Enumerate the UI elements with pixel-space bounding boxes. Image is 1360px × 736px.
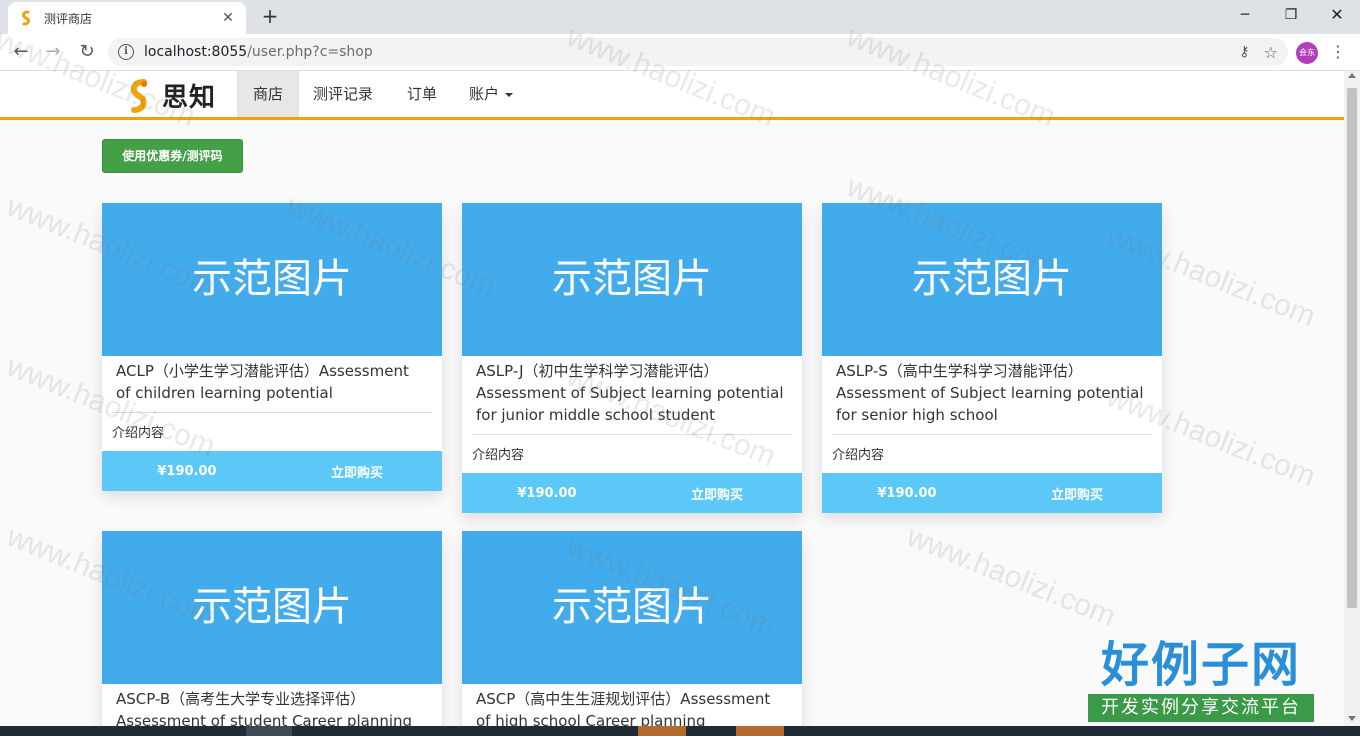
scroll-down-arrow-icon[interactable] [1348,716,1356,721]
product-image[interactable]: 示范图片 [102,531,442,684]
info-icon[interactable]: i [118,44,134,60]
product-image[interactable]: 示范图片 [462,203,802,356]
site-navbar: 思知 商店 测评记录 订单 账户 [0,71,1344,120]
buy-now-button[interactable]: 立即购买 [632,484,802,503]
window-minimize-icon[interactable]: ─ [1222,0,1268,30]
buy-now-button[interactable]: 立即购买 [272,462,442,481]
nav-account-label: 账户 [469,85,500,103]
brand-logo-link[interactable]: 思知 [122,77,216,114]
browser-tab[interactable]: 测评商店 ✕ [8,2,246,34]
back-arrow-icon[interactable]: ← [8,40,34,64]
product-title: ACLP（小学生学习潜能评估）Assessment of children le… [116,362,409,402]
nav-item-shop[interactable]: 商店 [237,71,299,117]
brand-logo-icon [130,78,147,113]
forward-arrow-icon[interactable]: → [40,40,66,64]
profile-avatar[interactable]: 会东 [1296,42,1318,64]
taskbar-item[interactable] [638,726,686,736]
key-icon[interactable]: ⚷ [1239,44,1249,60]
nav-item-orders[interactable]: 订单 [407,71,437,117]
window-close-icon[interactable]: ✕ [1314,0,1360,30]
caret-down-icon [505,92,514,97]
product-card: 示范图片 ACLP（小学生学习潜能评估）Assessment of childr… [102,203,442,491]
product-image[interactable]: 示范图片 [822,203,1162,356]
product-image[interactable]: 示范图片 [102,203,442,356]
tab-title: 测评商店 [44,11,93,26]
use-coupon-button[interactable]: 使用优惠券/测评码 [102,139,243,173]
product-card: 示范图片 ASCP-B（高考生大学专业选择评估）Assessment of st… [102,531,442,732]
product-price: ¥190.00 [517,485,577,501]
watermark-text: www.haolizi.com [902,519,1121,634]
scroll-up-arrow-icon[interactable] [1348,73,1356,78]
brand-name: 思知 [162,83,217,113]
product-title: ASLP-S（高中生学科学习潜能评估）Assessment of Subject… [836,362,1144,424]
product-description: 介绍内容 [472,448,525,463]
taskbar-item[interactable] [246,726,292,736]
watermark-logo-title: 好例子网 [1100,637,1301,693]
bookmark-star-icon[interactable]: ☆ [1264,43,1278,62]
product-description: 介绍内容 [832,448,885,463]
product-card: 示范图片 ASCP（高中生生涯规划评估）Assessment of high s… [462,531,802,732]
browser-toolbar: ← → ↻ i localhost:8055/user.php?c=shop ⚷… [0,34,1360,71]
product-footer: ¥190.00 立即购买 [102,451,442,491]
nav-item-records[interactable]: 测评记录 [313,71,373,117]
product-price: ¥190.00 [877,485,937,501]
watermark-logo-subtitle: 开发实例分享交流平台 [1088,694,1314,722]
product-price: ¥190.00 [157,463,217,479]
browser-tab-strip: 测评商店 ✕ + ─ ❐ ✕ [0,0,1360,34]
product-title: ASCP（高中生生涯规划评估）Assessment of high school… [476,690,771,730]
product-image[interactable]: 示范图片 [462,531,802,684]
reload-icon[interactable]: ↻ [74,40,100,64]
url-text[interactable]: localhost:8055/user.php?c=shop [144,44,1231,60]
watermark-logo: 好例子网 开发实例分享交流平台 [1088,636,1314,722]
url-path: /user.php?c=shop [247,44,373,60]
tab-close-icon[interactable]: ✕ [220,10,236,26]
nav-item-account[interactable]: 账户 [469,71,514,117]
product-footer: ¥190.00 立即购买 [822,473,1162,513]
product-card: 示范图片 ASLP-S（高中生学科学习潜能评估）Assessment of Su… [822,203,1162,513]
window-restore-icon[interactable]: ❐ [1268,0,1314,30]
page-scrollbar-thumb[interactable] [1347,88,1357,608]
product-description: 介绍内容 [112,426,165,441]
product-title: ASCP-B（高考生大学专业选择评估）Assessment of student… [116,690,413,730]
site-favicon-icon [22,10,30,26]
product-title: ASLP-J（初中生学科学习潜能评估）Assessment of Subject… [476,362,784,424]
new-tab-plus-icon[interactable]: + [258,4,282,28]
browser-menu-icon[interactable]: ⋮ [1330,42,1346,61]
url-host: localhost:8055 [144,44,248,60]
product-footer: ¥190.00 立即购买 [462,473,802,513]
buy-now-button[interactable]: 立即购买 [992,484,1162,503]
address-bar[interactable]: i localhost:8055/user.php?c=shop ⚷ ☆ [108,38,1288,66]
product-card: 示范图片 ASLP-J（初中生学科学习潜能评估）Assessment of Su… [462,203,802,513]
taskbar-item[interactable] [736,726,784,736]
